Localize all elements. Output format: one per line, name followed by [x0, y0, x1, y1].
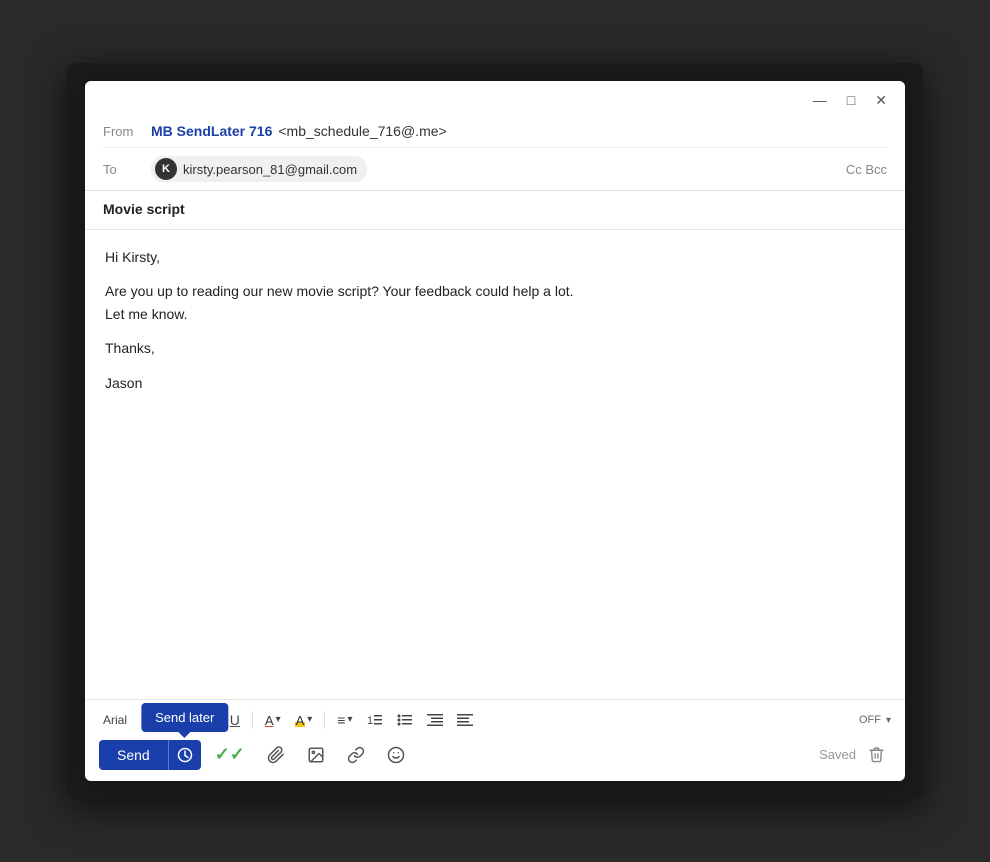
- font-size-select[interactable]: 10 ▾: [137, 711, 169, 729]
- body-closing: Thanks,: [105, 337, 885, 359]
- align-button[interactable]: ≡ ▾: [331, 709, 358, 731]
- from-label: From: [103, 124, 151, 139]
- font-color-arrow: ▾: [276, 715, 281, 725]
- link-button[interactable]: [339, 740, 373, 770]
- title-bar: — □ ✕: [85, 81, 905, 115]
- font-color-button[interactable]: A ▾: [259, 710, 287, 731]
- confirm-button[interactable]: ✓✓: [207, 738, 253, 771]
- divider-2: [252, 711, 253, 729]
- highlight-color-button[interactable]: A ▾: [289, 710, 319, 731]
- send-label: Send: [117, 747, 150, 763]
- to-row: To K kirsty.pearson_81@gmail.com Cc Bcc: [103, 148, 887, 190]
- check-icon: ✓✓: [215, 744, 245, 765]
- off-arrow: ▾: [886, 715, 891, 726]
- attachment-icon: [267, 746, 285, 764]
- underline-button[interactable]: U: [224, 709, 246, 731]
- off-toggle[interactable]: OFF ▾: [859, 714, 891, 726]
- off-label: OFF: [859, 714, 881, 726]
- from-email: <mb_schedule_716@.me>: [278, 123, 446, 139]
- body-main: Are you up to reading our new movie scri…: [105, 280, 885, 325]
- toolbar-area: Arial 10 ▾ B I U A ▾ A ▾: [85, 699, 905, 781]
- indent-decrease-button[interactable]: [421, 708, 449, 732]
- body-greeting: Hi Kirsty,: [105, 246, 885, 268]
- italic-button[interactable]: I: [206, 709, 222, 731]
- minimize-button[interactable]: —: [809, 91, 831, 109]
- delete-button[interactable]: [862, 742, 891, 767]
- divider-1: [175, 711, 176, 729]
- divider-3: [324, 711, 325, 729]
- attachment-button[interactable]: [259, 740, 293, 770]
- window-shadow: — □ ✕ From MB SendLater 716 <mb_schedule…: [67, 63, 923, 799]
- from-row: From MB SendLater 716 <mb_schedule_716@.…: [103, 115, 887, 148]
- title-bar-controls: — □ ✕: [809, 91, 891, 109]
- bold-button[interactable]: B: [182, 709, 204, 731]
- font-family-select[interactable]: Arial: [99, 711, 131, 729]
- recipient-email: kirsty.pearson_81@gmail.com: [183, 162, 357, 177]
- emoji-icon: [387, 746, 405, 764]
- send-button[interactable]: Send: [99, 740, 168, 770]
- body-signature: Jason: [105, 372, 885, 394]
- to-field: K kirsty.pearson_81@gmail.com: [151, 156, 846, 182]
- ordered-list-button[interactable]: 1.: [361, 708, 389, 732]
- maximize-button[interactable]: □: [843, 91, 859, 109]
- clock-icon: [177, 747, 193, 763]
- send-button-group: Send Send later: [99, 740, 201, 770]
- align-arrow: ▾: [347, 715, 352, 725]
- svg-text:1.: 1.: [367, 715, 376, 727]
- subject-text: Movie script: [103, 201, 185, 217]
- action-bar: Send Send later ✓✓: [99, 738, 891, 775]
- saved-label: Saved: [819, 747, 856, 762]
- link-icon: [347, 746, 365, 764]
- indent-increase-button[interactable]: [451, 708, 479, 732]
- trash-icon: [868, 746, 885, 763]
- avatar: K: [155, 158, 177, 180]
- image-icon: [307, 746, 325, 764]
- compose-window: — □ ✕ From MB SendLater 716 <mb_schedule…: [85, 81, 905, 781]
- from-name: MB SendLater 716: [151, 123, 272, 139]
- unordered-list-button[interactable]: [391, 708, 419, 732]
- close-button[interactable]: ✕: [871, 91, 891, 109]
- send-later-button[interactable]: Send later: [168, 740, 201, 770]
- cc-bcc-button[interactable]: Cc Bcc: [846, 162, 887, 177]
- header-fields: From MB SendLater 716 <mb_schedule_716@.…: [85, 115, 905, 191]
- image-button[interactable]: [299, 740, 333, 770]
- to-label: To: [103, 162, 151, 177]
- highlight-color-arrow: ▾: [307, 715, 312, 725]
- email-body[interactable]: Hi Kirsty, Are you up to reading our new…: [85, 230, 905, 699]
- formatting-toolbar: Arial 10 ▾ B I U A ▾ A ▾: [99, 708, 891, 732]
- font-size-dropdown-arrow: ▾: [160, 716, 165, 727]
- emoji-button[interactable]: [379, 740, 413, 770]
- recipient-chip[interactable]: K kirsty.pearson_81@gmail.com: [151, 156, 367, 182]
- subject-row: Movie script: [85, 191, 905, 230]
